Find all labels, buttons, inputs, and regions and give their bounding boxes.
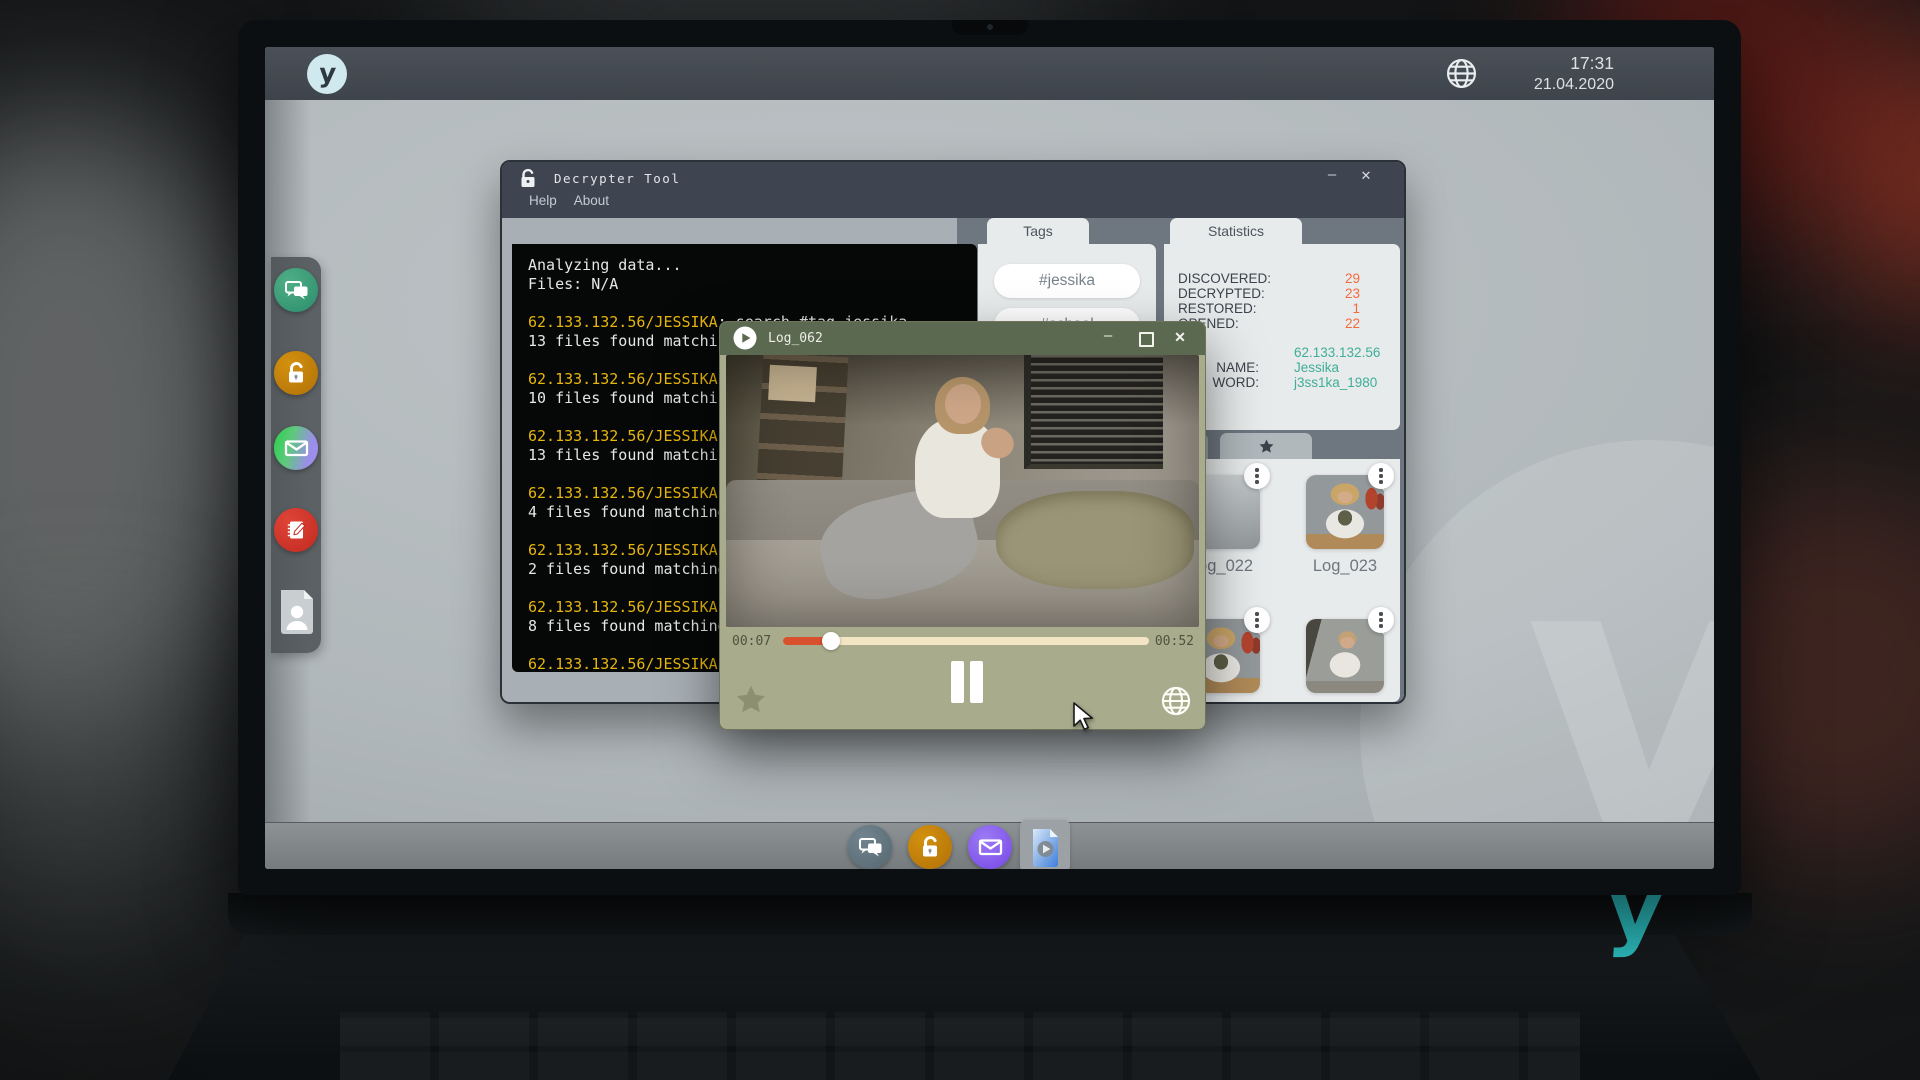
- network-globe-icon[interactable]: [1445, 57, 1478, 90]
- video-vignette: [726, 355, 1199, 627]
- sidebar-app-envelope-icon[interactable]: [274, 426, 318, 470]
- window-title: Decrypter Tool: [554, 171, 680, 186]
- room-background: y y 17:31 21.04.2020 y: [0, 0, 1920, 1080]
- tag-pill[interactable]: #jessika: [994, 264, 1140, 298]
- taskbar: [265, 822, 1714, 869]
- lock-icon: [520, 169, 536, 188]
- close-button[interactable]: ✕: [1356, 168, 1376, 184]
- minimize-button[interactable]: –: [1322, 166, 1342, 183]
- stat-row: DECRYPTED:23: [1164, 286, 1400, 301]
- favorite-star-button[interactable]: [734, 683, 768, 717]
- tab-tags[interactable]: Tags: [987, 218, 1089, 244]
- file-menu-button[interactable]: [1244, 607, 1270, 633]
- sidebar-app-contact-file-icon[interactable]: [276, 586, 318, 636]
- background-blur: [0, 640, 240, 940]
- player-titlebar[interactable]: Log_062 – ✕: [720, 322, 1205, 355]
- taskbar-app-envelope-icon[interactable]: [968, 825, 1012, 869]
- sidebar-app-padlock-open-icon[interactable]: [274, 351, 318, 395]
- pause-button[interactable]: [951, 661, 983, 703]
- video-player-window: Log_062 – ✕: [719, 321, 1206, 730]
- taskbar-app-padlock-open-icon[interactable]: [908, 825, 952, 869]
- sidebar-app-notepad-icon[interactable]: [274, 508, 318, 552]
- laptop-lid: y 17:31 21.04.2020 y: [238, 20, 1741, 895]
- os-logo: y: [307, 54, 347, 94]
- mouse-cursor: [1071, 702, 1099, 734]
- tab-statistics[interactable]: Statistics: [1170, 218, 1302, 244]
- tab-favorites[interactable]: [1220, 433, 1312, 459]
- star-icon: [1258, 438, 1275, 455]
- desktop: y Decrypter Tool – ✕ Help About: [265, 100, 1714, 823]
- taskbar-app-video-player-icon[interactable]: [1020, 820, 1070, 869]
- file-tile[interactable]: [1306, 619, 1384, 693]
- terminal-line: Files: N/A: [528, 275, 977, 294]
- menu-item-help[interactable]: Help: [529, 193, 557, 208]
- current-time: 00:07: [732, 634, 771, 649]
- stat-row: DISCOVERED:29: [1164, 271, 1400, 286]
- file-menu-button[interactable]: [1368, 463, 1394, 489]
- player-minimize-button[interactable]: –: [1098, 327, 1118, 344]
- webcam-icon: [987, 24, 993, 30]
- desktop-watermark: y: [1360, 440, 1714, 823]
- player-maximize-button[interactable]: [1139, 332, 1154, 347]
- file-tile[interactable]: [1306, 475, 1384, 549]
- laptop-keyboard: [340, 1012, 1580, 1080]
- top-bar: y 17:31 21.04.2020: [265, 47, 1714, 100]
- taskbar-app-chat-bubbles-icon[interactable]: [848, 825, 892, 869]
- share-globe-button[interactable]: [1160, 685, 1192, 717]
- decrypter-titlebar[interactable]: Decrypter Tool – ✕ Help About: [502, 162, 1404, 218]
- terminal-line: Analyzing data...: [528, 256, 977, 275]
- player-window-title: Log_062: [768, 331, 823, 346]
- menu-bar: Help About: [512, 192, 609, 216]
- seek-handle[interactable]: [822, 632, 840, 650]
- sidebar-app-chat-bubbles-icon[interactable]: [274, 268, 318, 312]
- total-time: 00:52: [1155, 634, 1194, 649]
- video-frame[interactable]: [726, 355, 1199, 627]
- clock-date: 21.04.2020: [1534, 75, 1614, 95]
- stat-row: RESTORED:1: [1164, 301, 1400, 316]
- menu-item-about[interactable]: About: [574, 193, 609, 208]
- player-controls: 00:07 00:52: [720, 627, 1205, 729]
- file-name: Log_023: [1289, 557, 1400, 576]
- webcam-notch: [952, 20, 1028, 35]
- screen: y 17:31 21.04.2020 y: [265, 47, 1714, 869]
- clock-time: 17:31: [1534, 53, 1614, 75]
- player-close-button[interactable]: ✕: [1170, 329, 1190, 346]
- clock: 17:31 21.04.2020: [1534, 53, 1614, 95]
- play-circle-icon: [732, 325, 758, 351]
- laptop-hinge: [228, 893, 1752, 935]
- seek-bar[interactable]: [783, 637, 1149, 645]
- file-menu-button[interactable]: [1244, 463, 1270, 489]
- file-menu-button[interactable]: [1368, 607, 1394, 633]
- terminal-line: [528, 294, 977, 313]
